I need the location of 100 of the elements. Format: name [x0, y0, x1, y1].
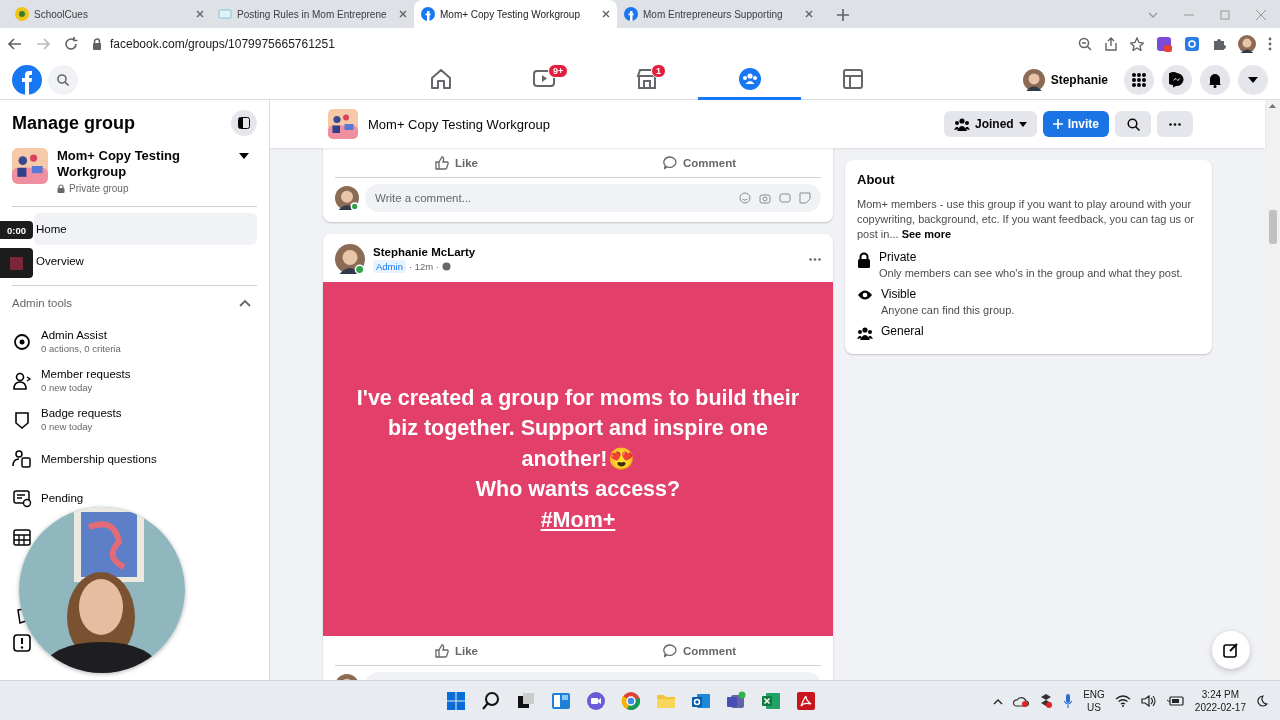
- group-name[interactable]: Mom+ Copy Testing Workgroup: [368, 116, 550, 132]
- browser-tab[interactable]: SchoolCues: [8, 0, 211, 28]
- reload-icon[interactable]: [64, 37, 78, 51]
- notifications-button[interactable]: [1200, 65, 1230, 95]
- more-button[interactable]: [1157, 111, 1193, 137]
- speech-bubble-icon: [663, 643, 677, 658]
- admin-tool-link[interactable]: Membership questions: [41, 452, 157, 465]
- comment-button[interactable]: Comment: [578, 636, 821, 665]
- task-view-icon[interactable]: [516, 691, 536, 711]
- sidebar-item[interactable]: Home: [34, 213, 257, 245]
- eye-icon: [857, 289, 873, 301]
- address-field[interactable]: facebook.com/groups/1079975665761251: [110, 37, 335, 51]
- pdf-app-icon[interactable]: [796, 691, 816, 711]
- wifi-icon[interactable]: [1114, 695, 1131, 707]
- close-icon[interactable]: [399, 10, 407, 18]
- post-time[interactable]: · 12m ·: [408, 260, 440, 272]
- browser-tab[interactable]: Mom Entrepreneurs Supporting: [617, 0, 820, 28]
- see-more-link[interactable]: See more: [901, 228, 952, 240]
- grid-icon: [1131, 72, 1147, 88]
- like-button[interactable]: Like: [335, 148, 578, 177]
- language-indicator[interactable]: ENG US: [1083, 688, 1105, 714]
- group-cover-icon: [12, 148, 48, 184]
- search-icon[interactable]: [481, 691, 501, 711]
- spreadsheet-app-icon[interactable]: [761, 691, 781, 711]
- nav-tab[interactable]: 1: [595, 60, 698, 100]
- person-add-icon: [12, 370, 32, 391]
- more-icon[interactable]: [1268, 37, 1272, 51]
- caret-icon: [1018, 121, 1027, 127]
- scrollbar-thumb[interactable]: [1269, 210, 1277, 244]
- close-icon[interactable]: [602, 10, 610, 18]
- comment-button[interactable]: Comment: [578, 148, 821, 177]
- stop-icon: [10, 256, 23, 270]
- author-name[interactable]: Stephanie McLarty: [373, 245, 476, 258]
- clock[interactable]: 3:24 PM 2022-02-17: [1194, 688, 1246, 714]
- admin-tool-link[interactable]: Pending: [41, 491, 84, 504]
- browser-tab[interactable]: Posting Rules in Mom Entreprene: [211, 0, 414, 28]
- admin-tool-subtitle: 0 actions, 0 criteria: [41, 343, 121, 354]
- moon-icon[interactable]: [1256, 695, 1268, 707]
- dropbox-icon[interactable]: [1039, 694, 1054, 708]
- people-icon[interactable]: [737, 66, 762, 91]
- windows-icon[interactable]: [446, 691, 466, 711]
- group-name[interactable]: Mom+ Copy Testing Workgroup: [57, 148, 207, 180]
- role-badge: Admin: [373, 259, 406, 273]
- puzzle-icon[interactable]: [1212, 37, 1226, 51]
- people-icon: [857, 326, 873, 340]
- star-icon[interactable]: [1130, 37, 1144, 51]
- cloud-icon[interactable]: [1013, 695, 1030, 707]
- thumbs-up-icon: [435, 643, 449, 658]
- close-icon[interactable]: [805, 10, 813, 18]
- profile-link[interactable]: Stephanie: [1020, 67, 1116, 93]
- page-icon: [218, 7, 232, 21]
- extension-icon[interactable]: [1156, 36, 1172, 52]
- video-call-icon[interactable]: [586, 691, 606, 711]
- sticker-icon[interactable]: [799, 192, 811, 204]
- logo-icon[interactable]: [12, 65, 42, 95]
- battery-icon[interactable]: [1166, 695, 1185, 707]
- speaker-icon[interactable]: [1140, 695, 1157, 707]
- new-tab-icon[interactable]: [836, 8, 850, 22]
- invite-button[interactable]: Invite: [1042, 111, 1109, 137]
- scroll-up-icon[interactable]: [1269, 104, 1276, 108]
- layout-icon[interactable]: [840, 66, 865, 91]
- globe-icon: [442, 261, 452, 271]
- joined-button[interactable]: Joined: [944, 111, 1037, 137]
- zoom-icon[interactable]: [1078, 37, 1092, 51]
- about-item-title: Private: [879, 250, 918, 264]
- home-icon[interactable]: [428, 66, 453, 91]
- avatar: [1238, 35, 1256, 53]
- sidebar-item[interactable]: Overview: [34, 245, 257, 277]
- microphone-icon[interactable]: [1063, 694, 1074, 708]
- close-icon[interactable]: [196, 10, 204, 18]
- share-icon[interactable]: [1104, 37, 1118, 51]
- menu-button[interactable]: [1124, 65, 1154, 95]
- admin-tool-link[interactable]: Member requests: [41, 368, 131, 380]
- chat-icon: [1169, 72, 1185, 88]
- admin-tool-subtitle: 0 new today: [41, 421, 94, 432]
- compose-button[interactable]: [1212, 631, 1250, 669]
- browser-tab[interactable]: Mom+ Copy Testing Workgroup: [414, 0, 617, 28]
- caret-icon[interactable]: [239, 153, 249, 159]
- more-icon[interactable]: [809, 257, 821, 261]
- avatar: [335, 244, 365, 274]
- like-button[interactable]: Like: [335, 636, 578, 665]
- team-app-icon[interactable]: [726, 691, 746, 711]
- messenger-button[interactable]: [1162, 65, 1192, 95]
- admin-tool-link[interactable]: Admin Assist: [41, 329, 121, 341]
- comment-field[interactable]: Write a comment...: [365, 184, 821, 212]
- browser-icon[interactable]: [621, 691, 641, 711]
- shop-icon[interactable]: [634, 66, 659, 91]
- back-icon[interactable]: [8, 37, 22, 51]
- hashtag-link[interactable]: #Mom+: [540, 504, 616, 536]
- widgets-icon[interactable]: [551, 691, 571, 711]
- extension-icon[interactable]: [1184, 36, 1200, 52]
- collapse-button[interactable]: [231, 110, 257, 136]
- mail-app-icon[interactable]: [691, 691, 711, 711]
- about-description: Mom+ members - use this group if you want to play around with your copywriting, background, etc. If you want feedback, you can tag us or post in... See more: [857, 197, 1195, 242]
- admin-tool-link[interactable]: Badge requests: [41, 407, 122, 419]
- account-button[interactable]: [1238, 65, 1268, 95]
- search-button[interactable]: [1115, 111, 1151, 137]
- nav-tab[interactable]: 9+: [492, 60, 595, 100]
- chevron-up-icon[interactable]: [993, 697, 1004, 705]
- privacy-label: Private group: [69, 183, 129, 194]
